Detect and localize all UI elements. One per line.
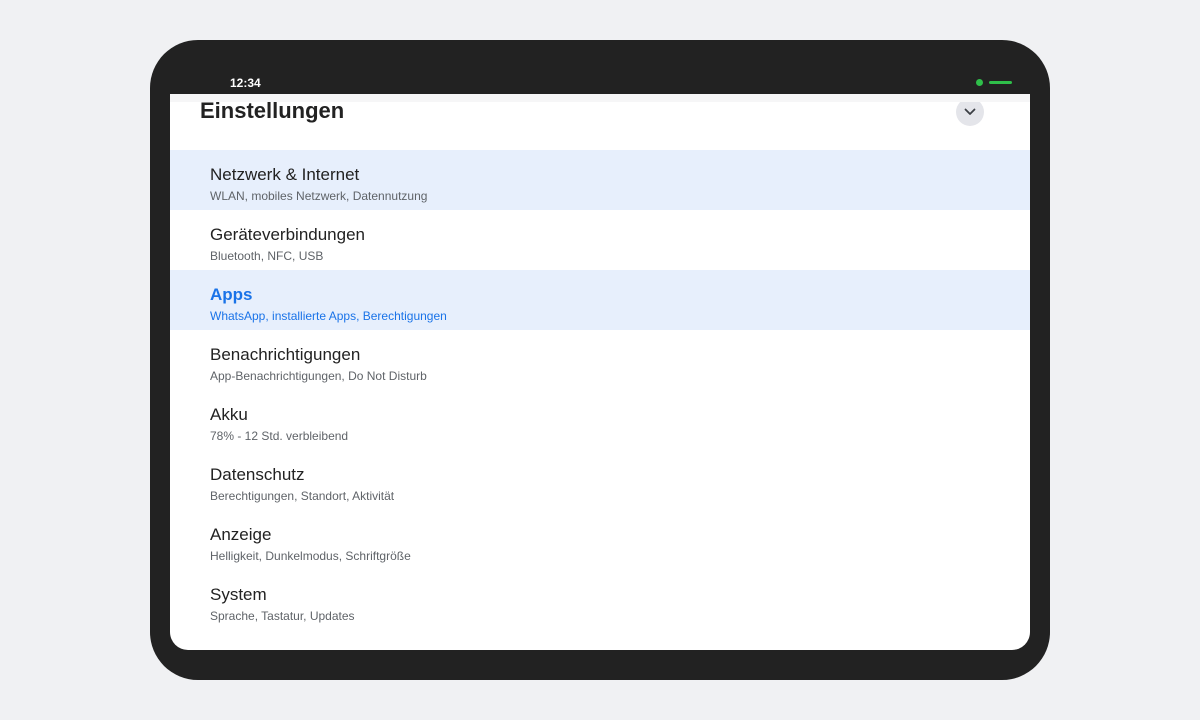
- settings-item-network[interactable]: Netzwerk & Internet WLAN, mobiles Netzwe…: [170, 150, 1030, 210]
- status-indicator-dot: [976, 79, 983, 86]
- settings-item-title: Datenschutz: [210, 465, 305, 484]
- settings-item-title: Apps: [210, 285, 253, 304]
- header-shadow: [170, 94, 1030, 102]
- settings-item-subtitle: Berechtigungen, Standort, Aktivität: [210, 489, 395, 503]
- settings-item-title: Netzwerk & Internet: [210, 165, 360, 184]
- collapse-button[interactable]: [956, 98, 984, 126]
- status-time: 12:34: [230, 76, 261, 90]
- settings-item-subtitle: Bluetooth, NFC, USB: [210, 249, 324, 263]
- settings-item-subtitle: 78% - 12 Std. verbleibend: [210, 429, 349, 443]
- settings-item-subtitle: Sprache, Tastatur, Updates: [210, 609, 355, 623]
- tablet-frame: 12:34 Einstellungen Netzwerk & Internet …: [150, 40, 1050, 680]
- settings-item-subtitle: Helligkeit, Dunkelmodus, Schriftgröße: [210, 549, 411, 563]
- settings-item-apps[interactable]: Apps WhatsApp, installierte Apps, Berech…: [170, 270, 1030, 330]
- settings-item-title: Anzeige: [210, 525, 272, 544]
- screen: 12:34 Einstellungen Netzwerk & Internet …: [170, 70, 1030, 650]
- settings-item-title: System: [210, 585, 267, 604]
- settings-item-title: Geräteverbindungen: [210, 225, 366, 244]
- settings-item-system[interactable]: System Sprache, Tastatur, Updates: [170, 570, 1030, 630]
- settings-item-title: Benachrichtigungen: [210, 345, 361, 364]
- settings-item-privacy[interactable]: Datenschutz Berechtigungen, Standort, Ak…: [170, 450, 1030, 510]
- settings-item-title: Akku: [210, 405, 248, 424]
- settings-item-subtitle: WhatsApp, installierte Apps, Berechtigun…: [210, 309, 447, 323]
- status-indicator-bar: [989, 81, 1012, 84]
- settings-header: Einstellungen: [170, 94, 1030, 150]
- settings-item-battery[interactable]: Akku 78% - 12 Std. verbleibend: [170, 390, 1030, 450]
- settings-item-subtitle: WLAN, mobiles Netzwerk, Datennutzung: [210, 189, 428, 203]
- settings-item-connected-devices[interactable]: Geräteverbindungen Bluetooth, NFC, USB: [170, 210, 1030, 270]
- settings-item-subtitle: App-Benachrichtigungen, Do Not Disturb: [210, 369, 427, 383]
- settings-list: Netzwerk & Internet WLAN, mobiles Netzwe…: [170, 150, 1030, 630]
- settings-item-notifications[interactable]: Benachrichtigungen App-Benachrichtigunge…: [170, 330, 1030, 390]
- status-bar: 12:34: [170, 70, 1030, 94]
- chevron-down-icon: [964, 108, 976, 115]
- settings-item-display[interactable]: Anzeige Helligkeit, Dunkelmodus, Schrift…: [170, 510, 1030, 570]
